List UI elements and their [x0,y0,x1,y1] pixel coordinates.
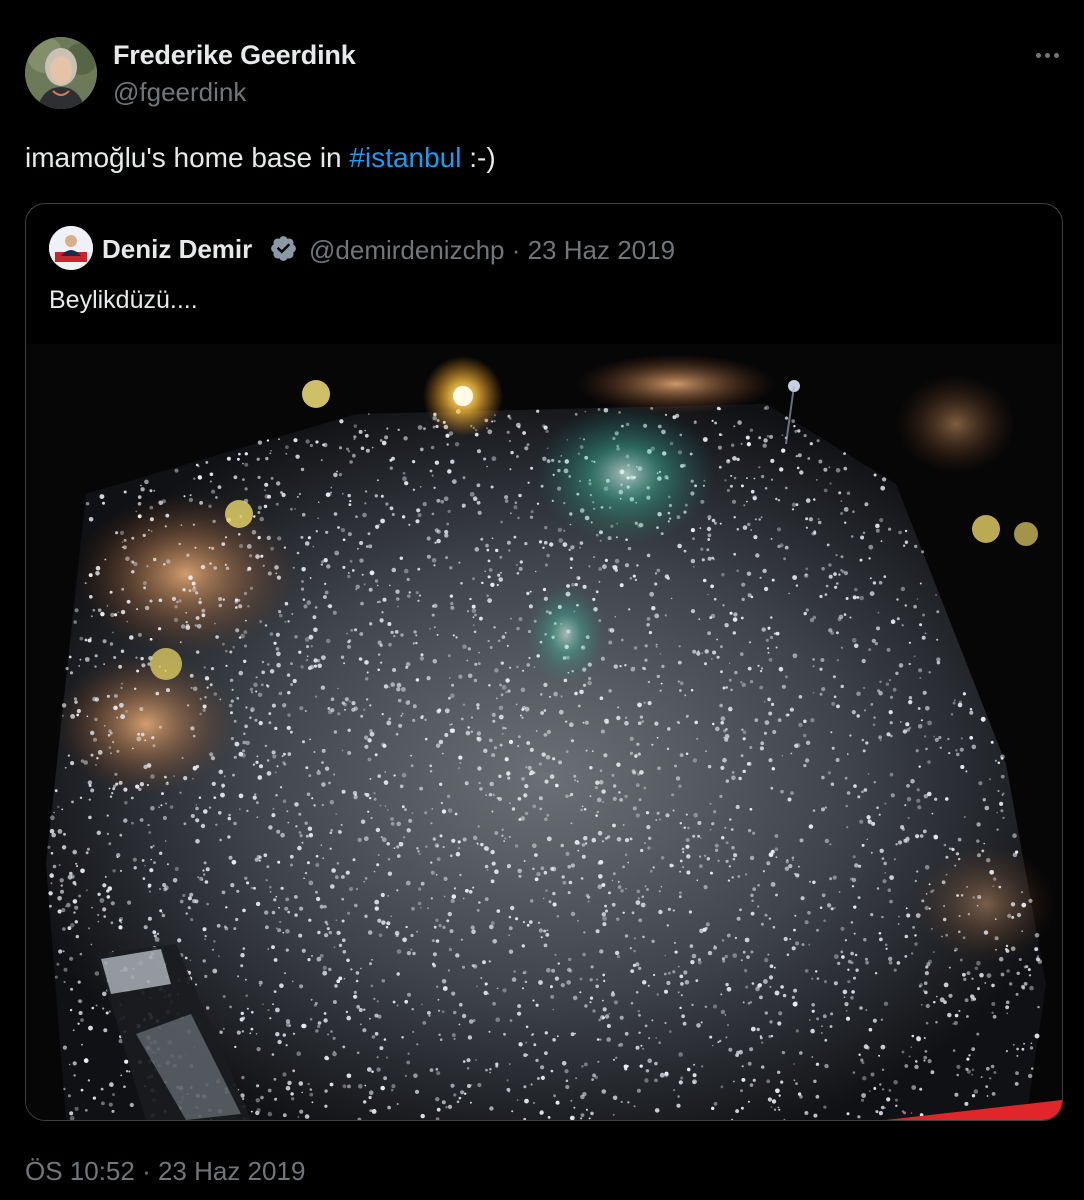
author-avatar[interactable] [25,37,97,109]
tweet-text: imamoğlu's home base in #istanbul :-) [25,142,496,174]
hashtag-link[interactable]: #istanbul [349,142,461,173]
more-horizontal-icon-dot [1044,52,1050,58]
quoted-author-avatar[interactable] [49,226,93,270]
author-display-name[interactable]: Frederike Geerdink [113,40,356,71]
quoted-author-handle-and-date[interactable]: @demirdenizchp · 23 Haz 2019 [309,235,675,266]
quoted-tweet-photo[interactable] [26,344,1062,1120]
quoted-author-display-name[interactable]: Deniz Demir [102,234,252,265]
tweet: Frederike Geerdink @fgeerdink imamoğlu's… [0,0,1084,1200]
author-avatar-image [25,37,97,109]
more-horizontal-icon [1035,52,1041,58]
quoted-author-avatar-image [49,226,93,270]
quoted-tweet-text: Beylikdüzü.... [49,286,198,314]
tweet-text-after: :-) [461,142,496,173]
author-handle[interactable]: @fgeerdink [113,77,246,108]
tweet-timestamp[interactable]: ÖS 10:52 · 23 Haz 2019 [25,1156,305,1187]
more-horizontal-icon-dot [1053,52,1059,58]
quoted-tweet-card[interactable]: Deniz Demir @demirdenizchp · 23 Haz 2019… [25,203,1063,1121]
verified-badge-icon [271,236,296,261]
crowd-photo-image [26,344,1062,1120]
tweet-text-before: imamoğlu's home base in [25,142,350,173]
more-options-button[interactable] [1026,38,1068,72]
